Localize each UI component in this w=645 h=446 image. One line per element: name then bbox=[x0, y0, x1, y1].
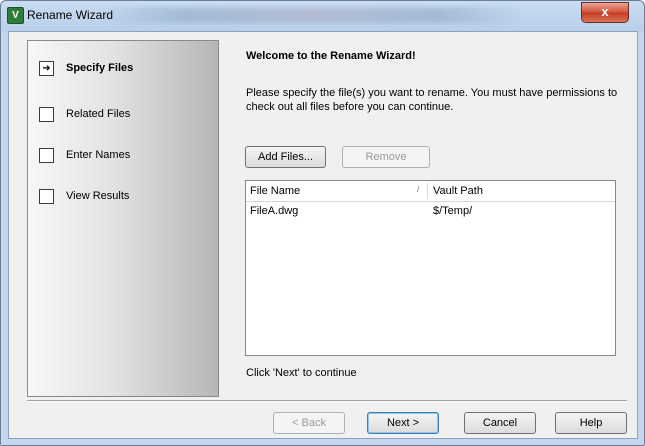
blurred-background bbox=[96, 7, 526, 23]
cancel-button[interactable]: Cancel bbox=[464, 412, 536, 434]
rename-wizard-window: V Rename Wizard x ➜ Specify Files Relate… bbox=[0, 0, 645, 446]
close-button[interactable]: x bbox=[581, 2, 629, 23]
step-label: Related Files bbox=[66, 108, 131, 120]
back-button[interactable]: < Back bbox=[273, 412, 345, 434]
column-vault-path[interactable]: Vault Path bbox=[433, 185, 483, 197]
list-header: File Name / Vault Path bbox=[246, 181, 615, 202]
instructions-text: Please specify the file(s) you want to r… bbox=[246, 87, 618, 113]
wizard-steps-panel: ➜ Specify Files Related Files Enter Name… bbox=[27, 40, 219, 397]
vault-path-cell: $/Temp/ bbox=[433, 205, 473, 217]
files-list[interactable]: File Name / Vault Path FileA.dwg $/Temp/ bbox=[245, 180, 616, 356]
column-file-name[interactable]: File Name bbox=[250, 185, 300, 197]
step-label: Enter Names bbox=[66, 149, 131, 161]
remove-button[interactable]: Remove bbox=[342, 146, 430, 168]
vault-app-icon: V bbox=[7, 7, 24, 24]
step-label: View Results bbox=[66, 190, 130, 202]
page-title: Welcome to the Rename Wizard! bbox=[246, 50, 416, 62]
step-checkbox bbox=[39, 189, 54, 204]
sort-indicator-icon: / bbox=[417, 185, 420, 194]
wizard-content: Welcome to the Rename Wizard! Please spe… bbox=[237, 40, 627, 395]
step-label: Specify Files bbox=[66, 62, 134, 74]
help-button[interactable]: Help bbox=[555, 412, 627, 434]
continue-hint: Click 'Next' to continue bbox=[246, 367, 357, 379]
arrow-right-icon: ➜ bbox=[39, 61, 54, 76]
step-checkbox bbox=[39, 107, 54, 122]
footer-divider bbox=[27, 400, 627, 402]
step-checkbox bbox=[39, 148, 54, 163]
next-button[interactable]: Next > bbox=[367, 412, 439, 434]
column-divider[interactable] bbox=[427, 183, 428, 199]
add-files-button[interactable]: Add Files... bbox=[245, 146, 326, 168]
table-row[interactable]: FileA.dwg $/Temp/ bbox=[246, 203, 615, 220]
title-bar[interactable]: V Rename Wizard x bbox=[1, 1, 644, 31]
dialog-body: ➜ Specify Files Related Files Enter Name… bbox=[8, 31, 638, 439]
file-name-cell: FileA.dwg bbox=[250, 205, 299, 217]
